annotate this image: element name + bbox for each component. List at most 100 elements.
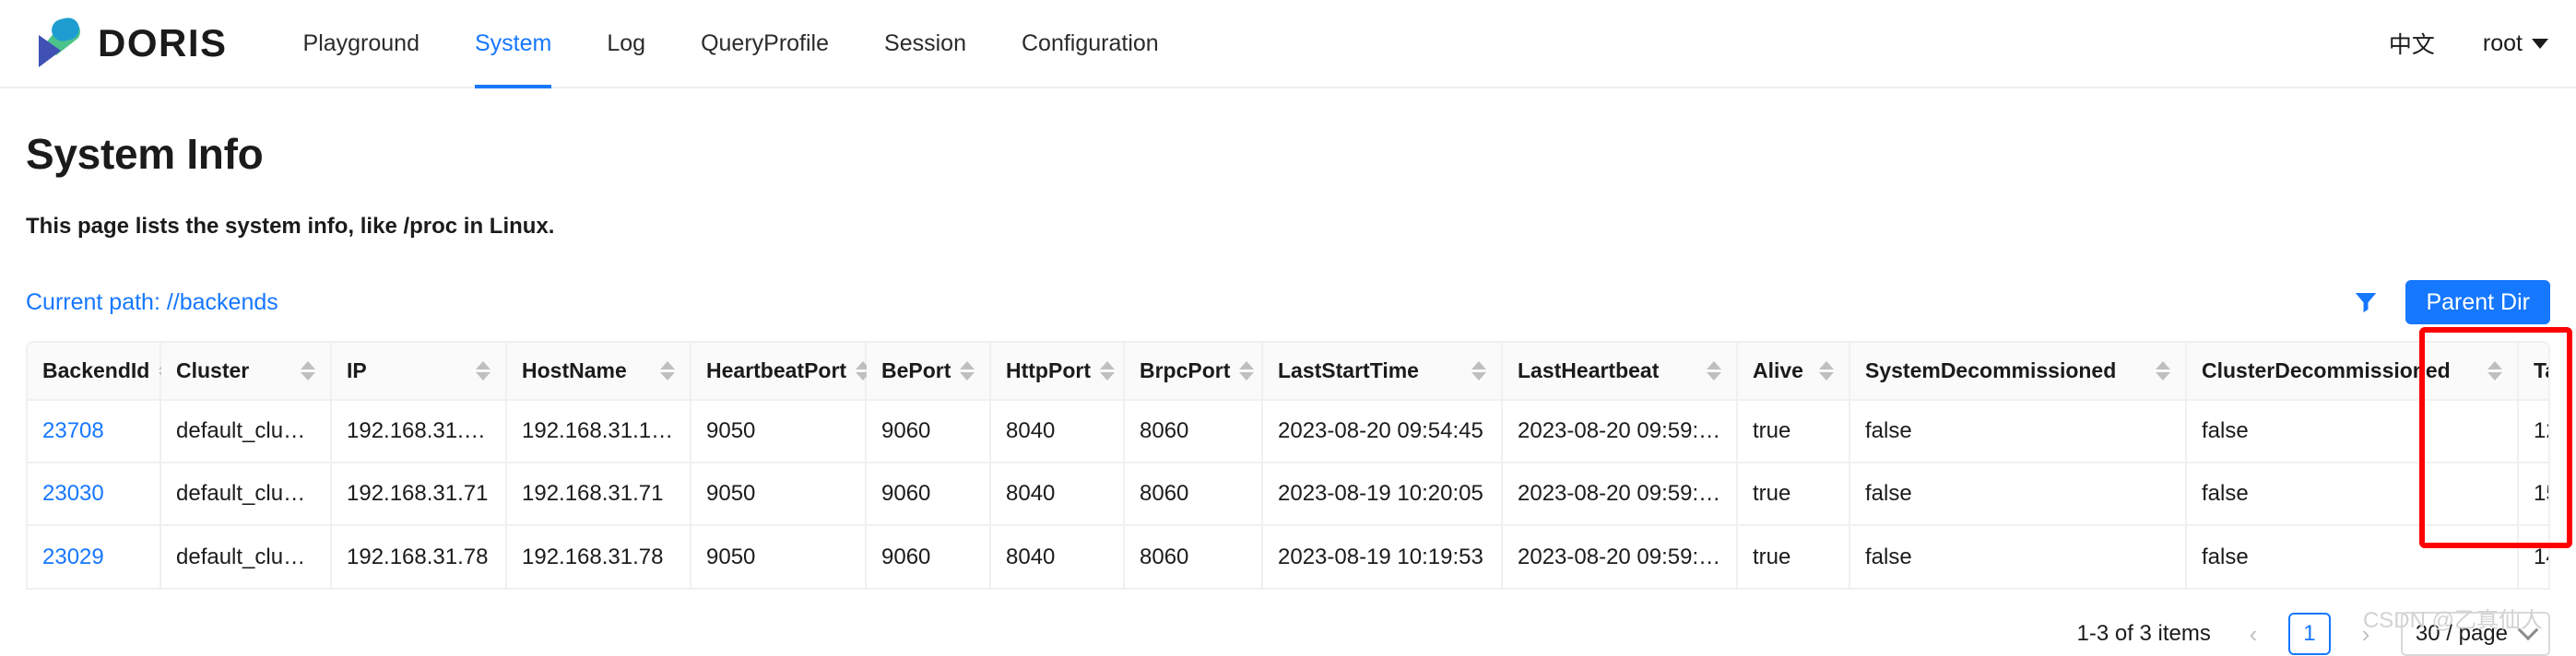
cell-cluster: default_cluster xyxy=(160,525,332,588)
column-header-beport[interactable]: BePort xyxy=(866,343,991,401)
parent-dir-button[interactable]: Parent Dir xyxy=(2405,279,2550,325)
column-header-cluster[interactable]: Cluster xyxy=(160,343,332,401)
user-label: root xyxy=(2482,29,2523,56)
doris-logo-icon xyxy=(26,15,83,72)
cell-backendid[interactable]: 23029 xyxy=(28,525,161,588)
cell-backendid[interactable]: 23030 xyxy=(28,463,161,526)
cell-lastheartbeat: 2023-08-20 09:59:29 xyxy=(1502,463,1738,526)
pagination-page-1[interactable]: 1 xyxy=(2287,613,2331,655)
cell-ip: 192.168.31.71 xyxy=(331,463,507,526)
cell-laststarttime: 2023-08-19 10:20:05 xyxy=(1262,463,1503,526)
column-header-ip[interactable]: IP xyxy=(331,343,507,401)
cell-heartbeatport: 9050 xyxy=(691,525,867,588)
column-label: SystemDecommissioned xyxy=(1865,358,2117,382)
cell-clusterdecommissioned: false xyxy=(2186,525,2519,588)
sort-arrows-icon[interactable] xyxy=(2487,361,2502,381)
column-header-backendid[interactable]: BackendId xyxy=(28,343,174,401)
cell-heartbeatport: 9050 xyxy=(691,400,867,463)
sort-arrows-icon[interactable] xyxy=(476,361,490,381)
column-header-hostname[interactable]: HostName xyxy=(506,343,691,401)
page-title: System Info xyxy=(26,130,264,178)
language-switcher[interactable]: 中文 xyxy=(2389,27,2435,60)
column-label: IP xyxy=(347,358,367,382)
column-header-clusterdecommissioned[interactable]: ClusterDecommissioned xyxy=(2186,343,2519,401)
cell-beport: 9060 xyxy=(866,400,991,463)
cell-clusterdecommissioned: false xyxy=(2186,463,2519,526)
column-header-tabletnum[interactable]: TabletNum xyxy=(2518,343,2548,401)
main-nav: Playground System Log QueryProfile Sessi… xyxy=(276,0,1187,88)
nav-item-configuration[interactable]: Configuration xyxy=(994,0,1187,87)
nav-item-system[interactable]: System xyxy=(447,0,579,88)
column-header-laststarttime[interactable]: LastStartTime xyxy=(1262,343,1503,401)
caret-down-icon xyxy=(2532,38,2548,49)
user-menu[interactable]: root xyxy=(2483,30,2548,57)
nav-right-actions: 中文 root xyxy=(2389,27,2548,60)
sort-arrows-icon[interactable] xyxy=(1819,361,1834,381)
brand-logo[interactable]: DORIS xyxy=(26,15,228,72)
table-row[interactable]: 23030 default_cluster 192.168.31.71 192.… xyxy=(28,463,2548,526)
sort-arrows-icon[interactable] xyxy=(1707,361,1721,381)
column-label: BePort xyxy=(881,358,951,382)
column-header-httpport[interactable]: HttpPort xyxy=(990,343,1125,401)
pagination: 1-3 of 3 items ‹ 1 › 30 / page xyxy=(26,612,2550,656)
watermark: CSDN @乙真仙人 xyxy=(2362,608,2543,633)
table-header-row: BackendId Cluster IP HostName HeartbeatP… xyxy=(28,343,2548,401)
column-label: Cluster xyxy=(176,358,250,382)
nav-item-playground[interactable]: Playground xyxy=(276,0,447,87)
sort-arrows-icon[interactable] xyxy=(301,361,315,381)
column-label: LastStartTime xyxy=(1278,358,1419,382)
cell-hostname: 192.168.31.78 xyxy=(506,525,691,588)
top-navbar: DORIS Playground System Log QueryProfile… xyxy=(0,0,2576,88)
pagination-total-label: 1-3 of 3 items xyxy=(2076,621,2211,646)
cell-brpcport: 8060 xyxy=(1124,400,1263,463)
cell-backendid[interactable]: 23708 xyxy=(28,400,161,463)
cell-lastheartbeat: 2023-08-20 09:59:29 xyxy=(1502,525,1738,588)
sort-arrows-icon[interactable] xyxy=(2156,361,2170,381)
path-actions: Parent Dir xyxy=(2352,279,2550,325)
cell-httpport: 8040 xyxy=(990,400,1125,463)
table-row[interactable]: 23708 default_cluster 192.168.31.136 192… xyxy=(28,400,2548,463)
cell-laststarttime: 2023-08-20 09:54:45 xyxy=(1262,400,1503,463)
cell-systemdecommissioned: false xyxy=(1849,463,2187,526)
cell-alive: true xyxy=(1737,525,1850,588)
table-body: 23708 default_cluster 192.168.31.136 192… xyxy=(28,400,2548,588)
column-label: Alive xyxy=(1753,358,1803,382)
sort-arrows-icon[interactable] xyxy=(960,361,975,381)
language-label: 中文 xyxy=(2388,32,2435,58)
nav-item-log[interactable]: Log xyxy=(579,0,673,87)
sort-arrows-icon[interactable] xyxy=(1099,361,1115,381)
cell-systemdecommissioned: false xyxy=(1849,400,2187,463)
nav-item-session[interactable]: Session xyxy=(857,0,994,87)
sort-arrows-icon[interactable] xyxy=(660,361,675,381)
current-path-link[interactable]: Current path: //backends xyxy=(26,289,278,316)
column-header-lastheartbeat[interactable]: LastHeartbeat xyxy=(1502,343,1738,401)
table-row[interactable]: 23029 default_cluster 192.168.31.78 192.… xyxy=(28,525,2548,588)
cell-cluster: default_cluster xyxy=(160,400,332,463)
column-header-brpcport[interactable]: BrpcPort xyxy=(1124,343,1263,401)
filter-funnel-icon[interactable] xyxy=(2352,288,2380,316)
cell-ip: 192.168.31.78 xyxy=(331,525,507,588)
nav-item-queryprofile[interactable]: QueryProfile xyxy=(673,0,857,87)
brand-name: DORIS xyxy=(98,21,228,64)
cell-heartbeatport: 9050 xyxy=(691,463,867,526)
column-label: HeartbeatPort xyxy=(706,358,847,382)
column-label: HostName xyxy=(522,358,627,382)
cell-brpcport: 8060 xyxy=(1124,463,1263,526)
column-label: HttpPort xyxy=(1006,358,1091,382)
path-toolbar: Current path: //backends Parent Dir xyxy=(26,278,2550,326)
cell-ip: 192.168.31.136 xyxy=(331,400,507,463)
column-label: ClusterDecommissioned xyxy=(2202,358,2451,382)
column-header-heartbeatport[interactable]: HeartbeatPort xyxy=(691,343,871,401)
column-label: LastHeartbeat xyxy=(1518,358,1660,382)
sort-arrows-icon[interactable] xyxy=(1239,361,1255,381)
column-header-alive[interactable]: Alive xyxy=(1737,343,1850,401)
column-label: BrpcPort xyxy=(1140,358,1231,382)
cell-alive: true xyxy=(1737,463,1850,526)
chevron-left-icon[interactable]: ‹ xyxy=(2235,614,2272,654)
column-header-systemdecommissioned[interactable]: SystemDecommissioned xyxy=(1849,343,2187,401)
backends-table-element: BackendId Cluster IP HostName HeartbeatP… xyxy=(28,343,2548,588)
sort-arrows-icon[interactable] xyxy=(1471,361,1486,381)
cell-beport: 9060 xyxy=(866,525,991,588)
cell-httpport: 8040 xyxy=(990,463,1125,526)
cell-lastheartbeat: 2023-08-20 09:59:29 xyxy=(1502,400,1738,463)
